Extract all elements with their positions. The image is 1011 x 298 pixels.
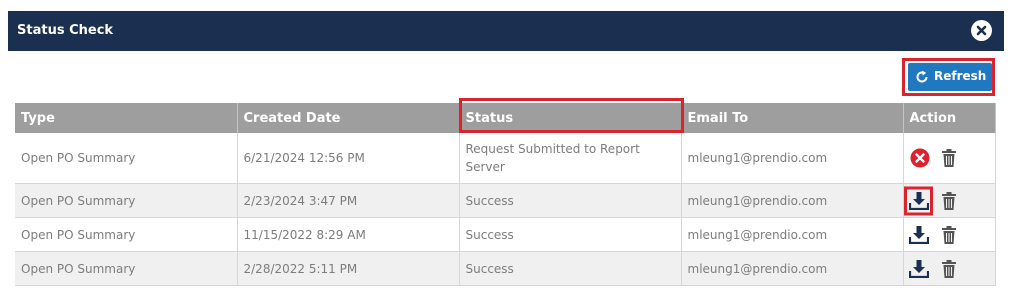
cell-email: mleung1@prendio.com [681, 251, 904, 286]
cell-email: mleung1@prendio.com [681, 133, 904, 184]
table-row: Open PO Summary 2/23/2024 3:47 PM Succes… [15, 183, 996, 218]
cell-action [903, 251, 996, 286]
status-table: Type Created Date Status Email To Action… [15, 103, 996, 286]
cell-status: Success [459, 251, 682, 286]
column-header-created-date[interactable]: Created Date [237, 103, 460, 133]
table-header-row: Type Created Date Status Email To Action [15, 103, 996, 133]
cell-action [903, 133, 996, 184]
table-row: Open PO Summary 6/21/2024 12:56 PM Reque… [15, 133, 996, 184]
trash-icon[interactable] [941, 149, 956, 167]
refresh-button[interactable]: Refresh [908, 63, 992, 91]
cell-type: Open PO Summary [15, 217, 238, 252]
dialog-title: Status Check [17, 23, 114, 38]
cell-type: Open PO Summary [15, 251, 238, 286]
download-icon[interactable] [908, 225, 929, 244]
close-button[interactable] [971, 20, 992, 41]
cell-created-date: 11/15/2022 8:29 AM [237, 217, 460, 252]
cell-email: mleung1@prendio.com [681, 217, 904, 252]
column-header-status[interactable]: Status [459, 103, 682, 133]
cell-created-date: 6/21/2024 12:56 PM [237, 133, 460, 184]
table-row: Open PO Summary 11/15/2022 8:29 AM Succe… [15, 217, 996, 252]
cell-action [903, 183, 996, 218]
cell-created-date: 2/23/2024 3:47 PM [237, 183, 460, 218]
table-row: Open PO Summary 2/28/2022 5:11 PM Succes… [15, 251, 996, 286]
cell-type: Open PO Summary [15, 133, 238, 184]
trash-icon[interactable] [941, 225, 956, 244]
cell-created-date: 2/28/2022 5:11 PM [237, 251, 460, 286]
cell-status: Success [459, 217, 682, 252]
dialog-titlebar: Status Check [8, 11, 1004, 51]
refresh-icon [916, 70, 928, 83]
column-header-email-to[interactable]: Email To [681, 103, 904, 133]
close-icon [976, 25, 987, 36]
trash-icon[interactable] [941, 191, 956, 210]
trash-icon[interactable] [941, 259, 956, 278]
column-header-type[interactable]: Type [15, 103, 238, 133]
refresh-label: Refresh [934, 69, 987, 83]
column-header-action: Action [903, 103, 996, 133]
cell-email: mleung1@prendio.com [681, 183, 904, 218]
cell-type: Open PO Summary [15, 183, 238, 218]
cell-status: Success [459, 183, 682, 218]
cancel-icon[interactable] [910, 148, 930, 168]
download-icon[interactable] [908, 259, 929, 278]
cell-status: Request Submitted to Report Server [459, 133, 682, 184]
cell-action [903, 217, 996, 252]
download-icon[interactable] [908, 191, 929, 210]
